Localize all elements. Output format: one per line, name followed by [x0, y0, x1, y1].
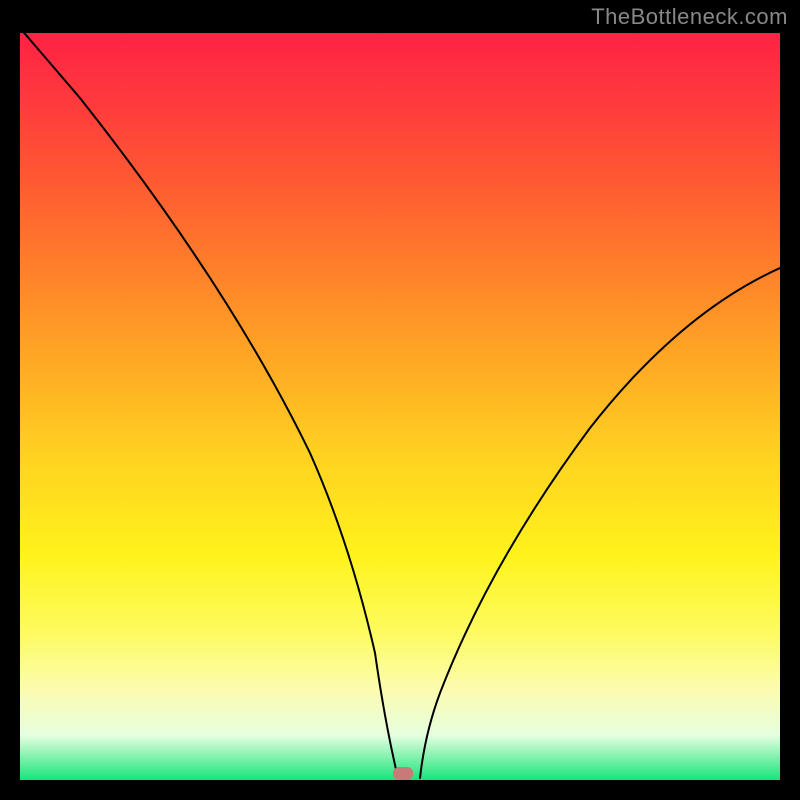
curve-svg	[20, 33, 780, 780]
bottleneck-curve-left	[20, 33, 398, 778]
optimal-marker	[393, 767, 413, 780]
chart-container: { "watermark": "TheBottleneck.com", "cha…	[0, 0, 800, 800]
watermark-text: TheBottleneck.com	[591, 4, 788, 30]
plot-area	[20, 33, 780, 780]
bottleneck-curve-right	[420, 268, 780, 778]
